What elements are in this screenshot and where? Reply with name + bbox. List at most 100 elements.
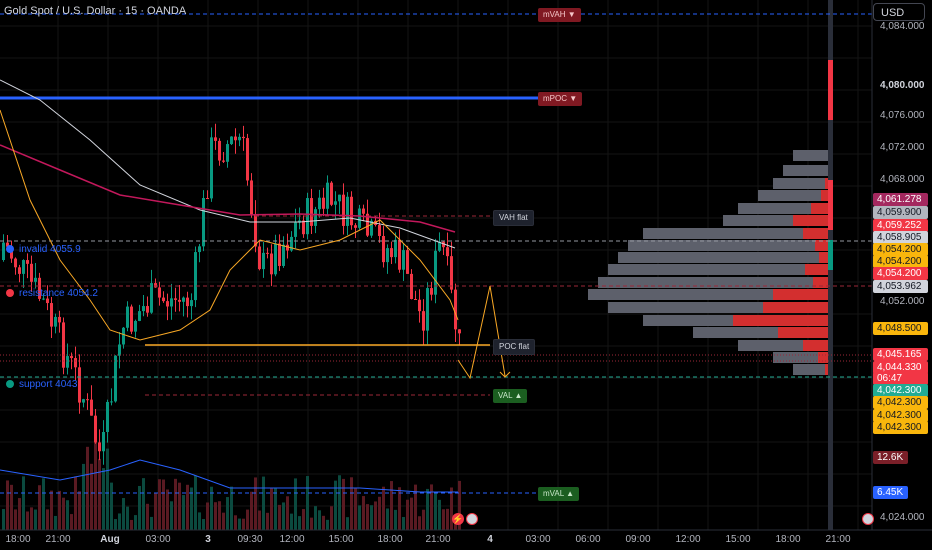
volume-bar	[26, 511, 29, 530]
volume-bar	[434, 493, 437, 530]
profile-bar-highlight	[778, 327, 833, 338]
price-label: 4,042.300	[873, 396, 928, 409]
candle-body	[342, 194, 345, 226]
legend-resistance[interactable]: resistance 4054.2	[6, 288, 98, 299]
profile-bar-highlight	[773, 289, 833, 300]
candle-body	[194, 252, 197, 301]
candle-body	[242, 136, 245, 139]
price-label: 4,053.962	[873, 280, 928, 293]
candle-body	[34, 277, 37, 282]
mval-tag[interactable]: mVAL ▲	[538, 487, 580, 501]
currency-button[interactable]: USD	[873, 3, 925, 21]
legend-invalid-label: invalid 4055.9	[19, 244, 81, 255]
volume-bar	[134, 515, 137, 530]
time-tick: 12:00	[675, 534, 701, 545]
candle-body	[226, 144, 229, 162]
volume-bar	[354, 488, 357, 530]
volume-bar	[50, 490, 53, 530]
profile-axis-segment	[828, 240, 833, 270]
mvah-tag[interactable]: mVAH ▼	[538, 8, 581, 22]
time-tick: 09:00	[625, 534, 651, 545]
legend-invalid[interactable]: invalid 4055.9	[6, 244, 81, 255]
candle-body	[378, 225, 381, 236]
price-tick: 4,052.000	[880, 296, 925, 307]
price-label: 4,054.200	[873, 267, 928, 280]
volume-bar	[154, 492, 157, 530]
candle-body	[314, 209, 317, 226]
candle-body	[2, 242, 5, 260]
volume-bar	[142, 478, 145, 530]
volume-bar	[406, 499, 409, 530]
volume-bar	[194, 475, 197, 530]
volume-bar	[322, 515, 325, 530]
candle-body	[258, 246, 261, 270]
volume-bar	[6, 480, 9, 530]
volume-bar	[150, 516, 153, 530]
volume-bar	[310, 517, 313, 530]
candle-body	[418, 299, 421, 312]
mpoc-tag[interactable]: mPOC ▼	[538, 92, 583, 106]
volume-bar	[446, 508, 449, 530]
volume-bar	[254, 477, 257, 530]
volume-bar	[402, 516, 405, 530]
price-label: 4,048.500	[873, 322, 928, 335]
price-tick: 4,024.000	[880, 512, 925, 523]
candle-body	[78, 367, 81, 403]
candle-body	[386, 248, 389, 263]
candle-body	[254, 214, 257, 247]
symbol-title[interactable]: Gold Spot / U.S. Dollar · 15 · OANDA	[4, 5, 186, 17]
vah-flat-tag[interactable]: VAH flat	[493, 210, 534, 226]
candle-body	[414, 298, 417, 300]
candle-body	[430, 288, 433, 295]
candle-body	[354, 225, 357, 228]
candle-body	[278, 243, 281, 266]
volume-bar	[342, 478, 345, 530]
candle-body	[54, 316, 57, 327]
volume-bar	[382, 486, 385, 530]
candle-body	[50, 303, 53, 327]
chart-canvas[interactable]	[0, 0, 932, 550]
us-flag-icon[interactable]	[862, 513, 874, 525]
time-tick: 12:00	[279, 534, 305, 545]
candle-body	[246, 138, 249, 181]
candle-body	[90, 399, 93, 416]
legend-dot-icon	[6, 245, 14, 253]
price-tick: 4,084.000	[880, 21, 925, 32]
candle-body	[270, 253, 273, 275]
candle-body	[446, 247, 449, 257]
poc-flat-tag[interactable]: POC flat	[493, 339, 536, 355]
candle-body	[182, 297, 185, 302]
volume-bar	[330, 506, 333, 530]
volume-bar	[258, 510, 261, 530]
volume-bar	[42, 478, 45, 530]
candle-body	[218, 140, 221, 161]
candle-body	[126, 306, 129, 328]
volume-bar	[234, 515, 237, 530]
volume-bar	[226, 497, 229, 530]
candle-body	[174, 298, 177, 300]
volume-bar	[314, 506, 317, 530]
candle-body	[14, 258, 17, 268]
volume-bar	[438, 499, 441, 530]
time-tick: 06:00	[575, 534, 601, 545]
candle-body	[170, 298, 173, 307]
volume-bar	[286, 496, 289, 530]
legend-support[interactable]: support 4043	[6, 379, 77, 390]
volume-bar	[250, 491, 253, 530]
candle-body	[166, 301, 169, 307]
candle-body	[114, 355, 117, 402]
volume-bar	[66, 500, 69, 530]
candle-body	[46, 298, 49, 304]
volume-bar	[442, 509, 445, 530]
val-tag[interactable]: VAL ▲	[493, 389, 528, 403]
candle-body	[18, 267, 21, 274]
volume-label: 12.6K	[873, 451, 908, 464]
candle-body	[394, 239, 397, 258]
candle-body	[222, 160, 225, 162]
candle-body	[102, 432, 105, 452]
lightning-icon[interactable]: ⚡	[452, 513, 464, 525]
volume-bar	[358, 505, 361, 530]
candle-body	[66, 356, 69, 368]
us-flag-icon[interactable]	[466, 513, 478, 525]
candle-body	[122, 327, 125, 345]
